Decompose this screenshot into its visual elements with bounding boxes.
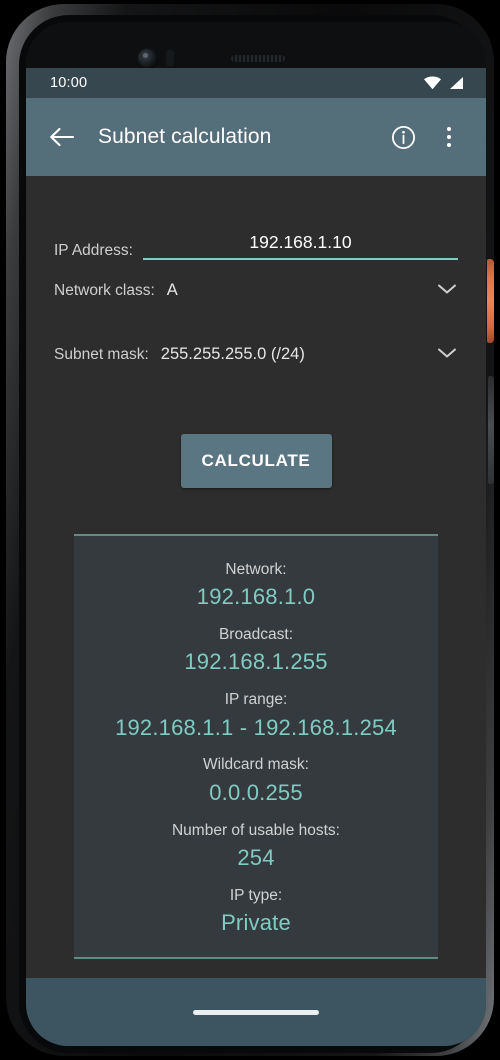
network-class-value: A (166, 281, 178, 299)
result-value: 192.168.1.0 (196, 584, 316, 610)
result-item: Network: 192.168.1.0 (84, 558, 428, 613)
result-item: Wildcard mask: 0.0.0.255 (84, 753, 428, 808)
front-camera-icon (137, 48, 158, 69)
app-bar-actions (382, 115, 470, 159)
network-class-label: Network class: (54, 282, 155, 299)
phone-frame: 10:00 Subnet calculation IP Address: 192… (6, 4, 494, 1056)
ip-address-input[interactable] (142, 232, 458, 253)
subnet-mask-label: Subnet mask: (54, 346, 149, 363)
result-value: Private (221, 909, 291, 935)
home-gesture-pill[interactable] (193, 1009, 319, 1015)
subnet-mask-value: 255.255.255.0 (/24) (160, 345, 305, 363)
overflow-menu-icon (447, 127, 451, 131)
network-class-dropdown[interactable]: Network class: A (54, 278, 458, 322)
cellular-signal-icon (450, 77, 463, 89)
info-button[interactable] (382, 115, 424, 159)
result-label: IP type: (229, 886, 283, 904)
result-label: Number of usable hosts: (171, 821, 340, 839)
result-item: Broadcast: 192.168.1.255 (84, 623, 428, 678)
calculate-button[interactable]: CALCULATE (180, 434, 332, 488)
camera-glint (143, 53, 148, 58)
top-bezel (26, 22, 486, 69)
result-value: 0.0.0.255 (209, 779, 303, 805)
ip-address-field-wrapper (142, 232, 458, 260)
calculate-button-row: CALCULATE (54, 434, 458, 488)
result-label: Network: (225, 561, 287, 578)
earpiece-speaker-grille (231, 55, 285, 62)
overflow-menu-button[interactable] (428, 115, 470, 159)
app-bar: Subnet calculation (26, 98, 486, 176)
results-card: Network: 192.168.1.0 Broadcast: 192.168.… (74, 534, 438, 959)
info-circle-icon (391, 125, 415, 149)
result-item: IP range: 192.168.1.1 - 192.168.1.254 (84, 688, 428, 743)
chevron-down-icon[interactable] (436, 342, 458, 364)
result-label: Broadcast: (218, 626, 294, 644)
power-button[interactable] (487, 259, 494, 343)
overflow-menu-icon-dot (447, 143, 451, 147)
android-navigation-bar (26, 978, 486, 1046)
status-bar-icons (423, 76, 464, 90)
overflow-menu-icon-dot (447, 135, 451, 139)
result-item: IP type: Private (84, 884, 428, 939)
proximity-sensor-icon (166, 50, 174, 66)
status-bar: 10:00 (26, 68, 486, 98)
result-label: Wildcard mask: (203, 756, 309, 774)
result-item: Number of usable hosts: 254 (84, 819, 428, 874)
page-title: Subnet calculation (98, 125, 272, 148)
ip-address-row: IP Address: (54, 216, 458, 260)
main-content: IP Address: Network class: A Subnet mask… (26, 176, 486, 978)
status-bar-clock: 10:00 (50, 75, 88, 91)
back-button[interactable] (40, 115, 84, 159)
back-arrow-icon (50, 127, 75, 147)
chevron-down-icon[interactable] (436, 278, 458, 300)
result-value: 192.168.1.255 (184, 649, 328, 675)
result-label: IP range: (224, 691, 288, 709)
wifi-icon (424, 76, 441, 90)
result-value: 254 (237, 844, 275, 870)
subnet-mask-dropdown[interactable]: Subnet mask: 255.255.255.0 (/24) (54, 342, 458, 386)
volume-rocker-button[interactable] (488, 376, 494, 484)
phone-screen: 10:00 Subnet calculation IP Address: 192… (26, 22, 486, 1046)
ip-address-label: IP Address: (54, 242, 133, 259)
result-value: 192.168.1.1 - 192.168.1.254 (115, 714, 397, 740)
